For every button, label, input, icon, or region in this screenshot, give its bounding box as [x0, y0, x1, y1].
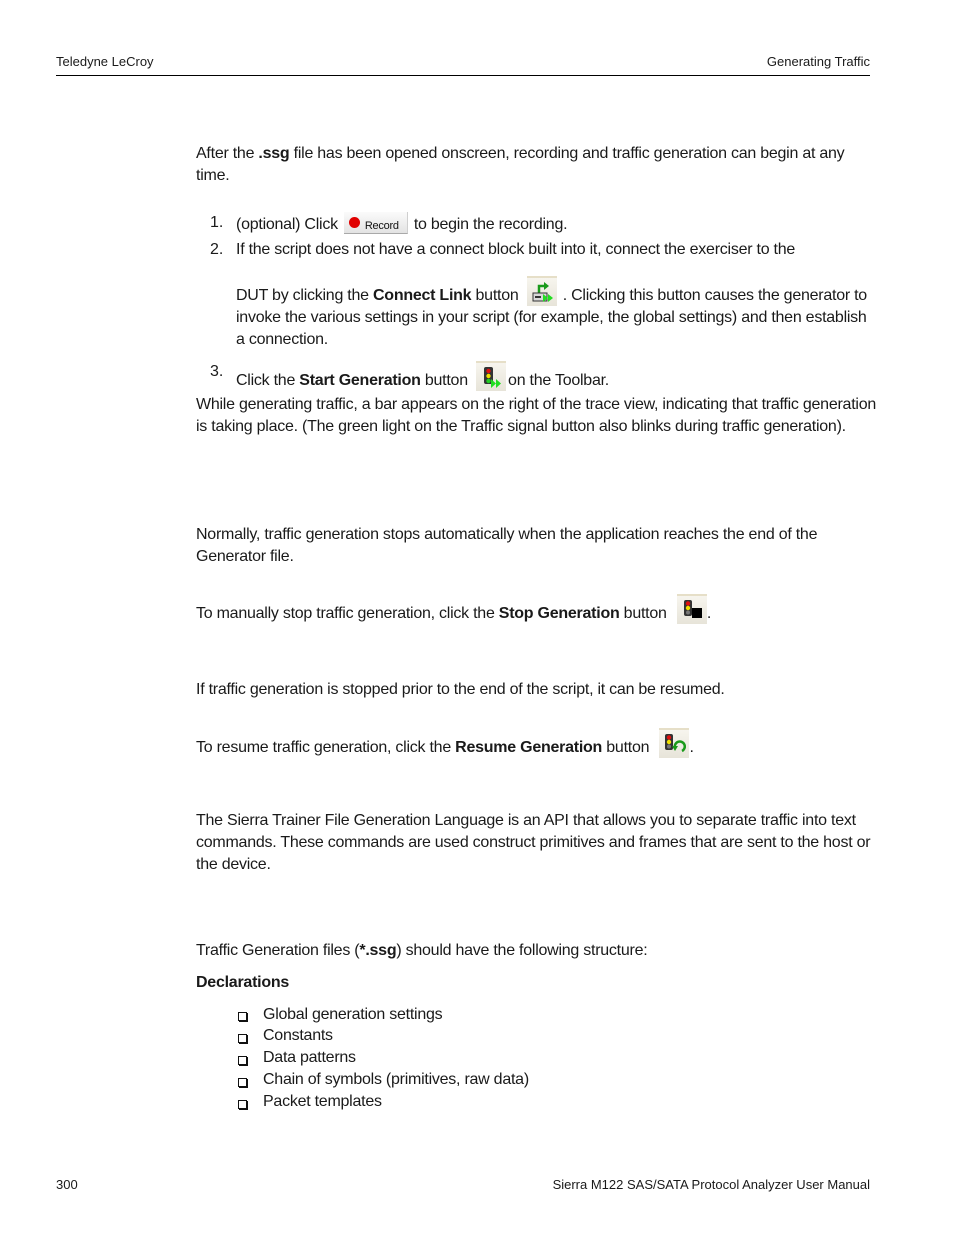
checkbox-bullet-icon	[238, 1012, 247, 1021]
record-button[interactable]: Record	[343, 212, 408, 234]
page-header: Teledyne LeCroy Generating Traffic	[56, 53, 870, 76]
step-2-line-1: If the script does not have a connect bl…	[236, 241, 796, 258]
checkbox-bullet-icon	[238, 1078, 247, 1087]
intro-text-1: After the	[196, 145, 259, 162]
resume-generation-icon[interactable]	[659, 728, 690, 758]
header-section-title: Generating Traffic	[766, 54, 870, 69]
while-generating-paragraph: While generating traffic, a bar appears …	[196, 396, 876, 435]
step-3-text-after: on the Toolbar.	[508, 372, 609, 389]
step-2-text-button: button	[471, 287, 519, 304]
step-1: (optional) Click Record to begin the recor…	[236, 212, 876, 236]
ssg-pattern: *.ssg	[359, 942, 397, 959]
stop-manually-paragraph: To manually stop traffic generation, cli…	[196, 594, 876, 625]
page-number: 300	[56, 1177, 78, 1192]
connect-link-icon[interactable]	[526, 276, 557, 306]
language-paragraph: The Sierra Trainer File Generation Langu…	[196, 812, 871, 873]
list-item-label: Global generation settings	[263, 1006, 443, 1023]
checkbox-bullet-icon	[238, 1034, 247, 1043]
step-1-number: 1.	[210, 214, 224, 231]
checkbox-bullet-icon	[238, 1100, 247, 1109]
start-generation-icon[interactable]	[476, 361, 507, 391]
list-item-label: Chain of symbols (primitives, raw data)	[263, 1071, 529, 1088]
step-2-body: DUT by clicking the Connect Link button …	[236, 276, 876, 351]
list-item-label: Packet templates	[263, 1093, 382, 1110]
checkbox-bullet-icon	[238, 1056, 247, 1065]
connect-link-label: Connect Link	[372, 287, 472, 304]
header-company: Teledyne LeCroy	[56, 54, 154, 69]
step-2-number: 2.	[210, 241, 224, 258]
stop-normally-paragraph: Normally, traffic generation stops autom…	[196, 526, 818, 565]
step-3: Click the Start Generation button on the…	[236, 361, 876, 392]
structure-text-1: Traffic Generation files (	[196, 942, 360, 959]
step-2-text: DUT by clicking the	[236, 287, 373, 304]
intro-text-2: file has been opened onscreen, recording…	[196, 145, 845, 184]
record-button-label: Record	[364, 220, 399, 232]
step-1-text-after: to begin the recording.	[413, 216, 568, 233]
stop-text: To manually stop traffic generation, cli…	[196, 605, 499, 622]
resume-generation-label: Resume Generation	[455, 739, 603, 756]
manual-title: Sierra M122 SAS/SATA Protocol Analyzer U…	[552, 1177, 870, 1192]
step-1-text: (optional) Click	[236, 216, 338, 233]
step-3-text: Click the	[236, 372, 300, 389]
declarations-heading: Declarations	[196, 974, 290, 991]
intro-paragraph: After the .ssg file has been opened onsc…	[196, 143, 876, 187]
resume-paragraph: To resume traffic generation, click the …	[196, 728, 876, 759]
stop-text-end: .	[706, 605, 712, 622]
list-item-label: Constants	[263, 1027, 333, 1044]
start-generation-label: Start Generation	[299, 372, 421, 389]
structure-intro: Traffic Generation files (*.ssg) should …	[196, 940, 876, 962]
step-3-number: 3.	[210, 363, 224, 380]
structure-text-2: ) should have the following structure:	[396, 942, 648, 959]
list-item-label: Data patterns	[263, 1049, 356, 1066]
resume-text-end: .	[689, 739, 694, 756]
ssg-extension: .ssg	[258, 145, 290, 162]
step-3-text-button: button	[420, 372, 468, 389]
stop-generation-label: Stop Generation	[498, 605, 620, 622]
resume-text-button: button	[602, 739, 650, 756]
record-dot-icon	[348, 217, 360, 228]
resume-text: To resume traffic generation, click the	[196, 739, 456, 756]
stop-text-button: button	[619, 605, 667, 622]
resume-intro-paragraph: If traffic generation is stopped prior t…	[196, 681, 725, 698]
stop-generation-icon[interactable]	[676, 594, 707, 624]
